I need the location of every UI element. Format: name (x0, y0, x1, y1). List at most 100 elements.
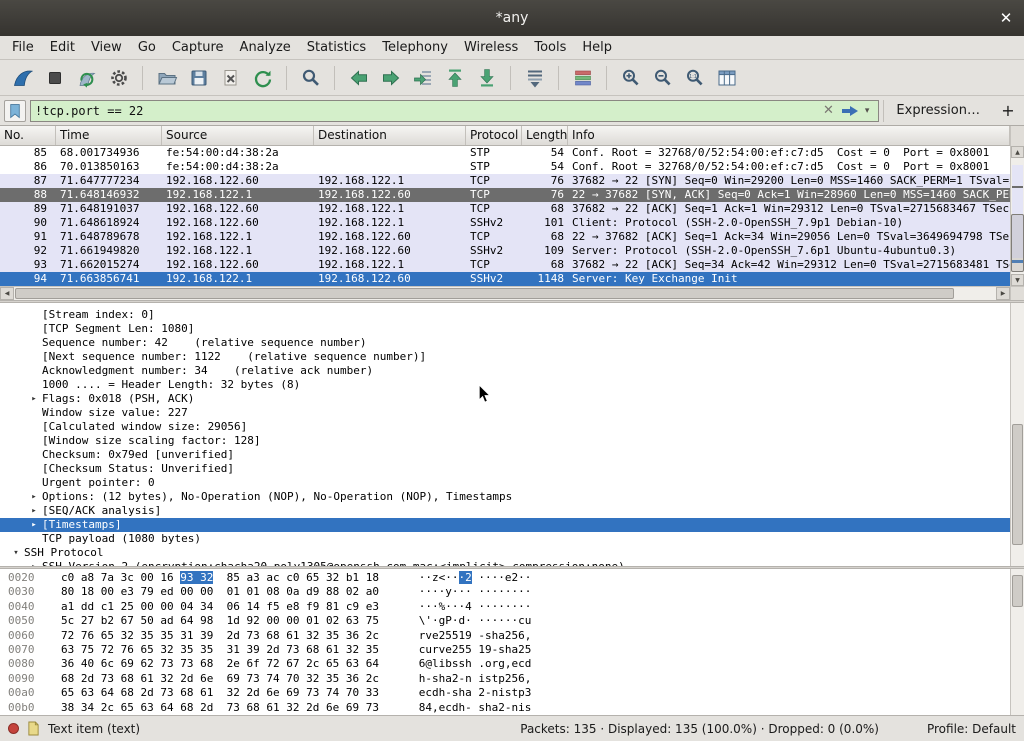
hex-byte[interactable]: 61 (141, 672, 154, 685)
ascii-char[interactable]: · (498, 571, 505, 584)
hex-byte[interactable]: 70 (346, 686, 359, 699)
ascii-char[interactable]: · (525, 600, 532, 613)
hex-byte[interactable]: c0 (286, 571, 299, 584)
ascii-char[interactable]: 2 (452, 643, 459, 656)
ascii-char[interactable]: · (432, 614, 439, 627)
ascii-char[interactable]: · (525, 571, 532, 584)
hex-byte[interactable]: 69 (346, 701, 359, 714)
expression-button[interactable]: Expression… (883, 100, 992, 122)
ascii-char[interactable]: c (445, 701, 452, 714)
packet-row-89[interactable]: 8971.648191037192.168.122.60192.168.122.… (0, 202, 1010, 216)
hex-byte[interactable]: 61 (200, 686, 213, 699)
scrollbar-thumb[interactable] (1012, 424, 1023, 545)
ascii-char[interactable]: ' (425, 614, 432, 627)
hex-byte[interactable]: 2d (227, 629, 240, 642)
ascii-char[interactable]: · (425, 571, 432, 584)
column-header-length[interactable]: Length (522, 126, 568, 145)
hex-byte[interactable]: 2c (101, 701, 114, 714)
hex-byte[interactable]: 2c (366, 672, 379, 685)
detail-line[interactable]: 1000 .... = Header Length: 32 bytes (8) (0, 378, 1010, 392)
hex-byte[interactable]: d9 (306, 585, 319, 598)
hex-byte[interactable]: 6f (247, 657, 260, 670)
packet-list-vscrollbar[interactable]: ▲ ▼ (1010, 146, 1024, 286)
hex-byte[interactable]: 32 (306, 629, 319, 642)
ascii-char[interactable]: v (425, 629, 432, 642)
ascii-char[interactable]: u (525, 614, 532, 627)
hex-byte[interactable]: 85 (227, 571, 240, 584)
hex-byte[interactable]: 65 (141, 643, 154, 656)
hex-byte[interactable]: 25 (121, 600, 134, 613)
ascii-char[interactable]: n (465, 672, 472, 685)
ascii-char[interactable]: 9 (465, 629, 472, 642)
hex-byte[interactable]: 75 (81, 643, 94, 656)
hex-byte[interactable]: 76 (81, 629, 94, 642)
hex-byte[interactable]: 67 (121, 614, 134, 627)
hex-byte[interactable]: 68 (180, 686, 193, 699)
ascii-char[interactable]: s (498, 643, 505, 656)
hex-row-0090[interactable]: 0090 68 2d 73 68 61 32 2d 6e 69 73 74 70… (8, 672, 1010, 686)
ascii-char[interactable]: · (498, 614, 505, 627)
ascii-char[interactable]: y (445, 585, 452, 598)
ascii-char[interactable]: 6 (518, 672, 525, 685)
ascii-char[interactable]: , (505, 657, 512, 670)
hex-byte[interactable]: 73 (286, 643, 299, 656)
menu-go[interactable]: Go (130, 37, 164, 58)
hex-byte[interactable]: 04 (180, 600, 193, 613)
hex-byte[interactable]: 33 (366, 686, 379, 699)
hex-byte[interactable]: 6e (200, 672, 213, 685)
hex-byte[interactable]: 2d (306, 701, 319, 714)
expander-collapsed-icon[interactable]: ▸ (26, 504, 42, 518)
ascii-char[interactable]: p (498, 672, 505, 685)
hex-byte[interactable]: 73 (160, 686, 173, 699)
hex-byte[interactable]: 61 (266, 701, 279, 714)
hex-byte[interactable]: 32 (286, 701, 299, 714)
hex-byte[interactable]: c1 (101, 600, 114, 613)
hex-byte[interactable]: 64 (366, 657, 379, 670)
hex-byte[interactable]: 6c (101, 657, 114, 670)
ascii-char[interactable]: · (518, 600, 525, 613)
hex-byte[interactable]: 73 (247, 629, 260, 642)
menu-capture[interactable]: Capture (164, 37, 232, 58)
scroll-right-icon[interactable]: ▶ (996, 287, 1010, 300)
hex-byte[interactable]: 63 (81, 686, 94, 699)
ascii-char[interactable]: @ (425, 657, 432, 670)
hex-byte[interactable]: 6e (326, 701, 339, 714)
hex-byte[interactable]: 68 (121, 672, 134, 685)
ascii-char[interactable]: h (485, 701, 492, 714)
hex-byte[interactable]: 50 (141, 614, 154, 627)
hex-byte[interactable]: 73 (366, 701, 379, 714)
column-header-destination[interactable]: Destination (314, 126, 466, 145)
hex-row-0050[interactable]: 0050 5c 27 b2 67 50 ad 64 98 1d 92 00 00… (8, 614, 1010, 628)
ascii-char[interactable]: b (445, 657, 452, 670)
menu-statistics[interactable]: Statistics (299, 37, 374, 58)
filter-bookmark-icon[interactable] (4, 100, 26, 122)
ascii-char[interactable]: o (485, 657, 492, 670)
hex-byte[interactable]: 2d (141, 686, 154, 699)
ascii-char[interactable]: · (505, 600, 512, 613)
hex-byte[interactable]: 01 (247, 585, 260, 598)
hex-byte[interactable]: c9 (346, 600, 359, 613)
ascii-char[interactable]: e (432, 629, 439, 642)
hex-byte[interactable]: 65 (61, 686, 74, 699)
hex-byte[interactable]: 14 (247, 600, 260, 613)
packet-row-93[interactable]: 9371.662015274192.168.122.60192.168.122.… (0, 258, 1010, 272)
ascii-char[interactable]: . (478, 657, 485, 670)
hex-byte[interactable]: 69 (286, 686, 299, 699)
hex-byte[interactable]: 40 (81, 657, 94, 670)
ascii-char[interactable]: c (518, 657, 525, 670)
hex-byte[interactable]: 63 (346, 614, 359, 627)
hex-byte[interactable]: 73 (160, 657, 173, 670)
detail-line[interactable]: ▸[Timestamps] (0, 518, 1010, 532)
hex-byte[interactable]: 2e (227, 657, 240, 670)
ascii-char[interactable]: · (518, 585, 525, 598)
hex-byte[interactable]: 0a (286, 585, 299, 598)
go-forward-icon[interactable] (376, 64, 405, 92)
scroll-up-icon[interactable]: ▲ (1011, 146, 1024, 158)
hex-byte[interactable]: 27 (81, 614, 94, 627)
ascii-char[interactable]: · (452, 614, 459, 627)
ascii-char[interactable]: 5 (445, 629, 452, 642)
ascii-char[interactable]: · (498, 600, 505, 613)
hex-byte[interactable]: 2d (200, 701, 213, 714)
ascii-char[interactable]: · (478, 585, 485, 598)
stop-capture-icon[interactable] (40, 64, 69, 92)
